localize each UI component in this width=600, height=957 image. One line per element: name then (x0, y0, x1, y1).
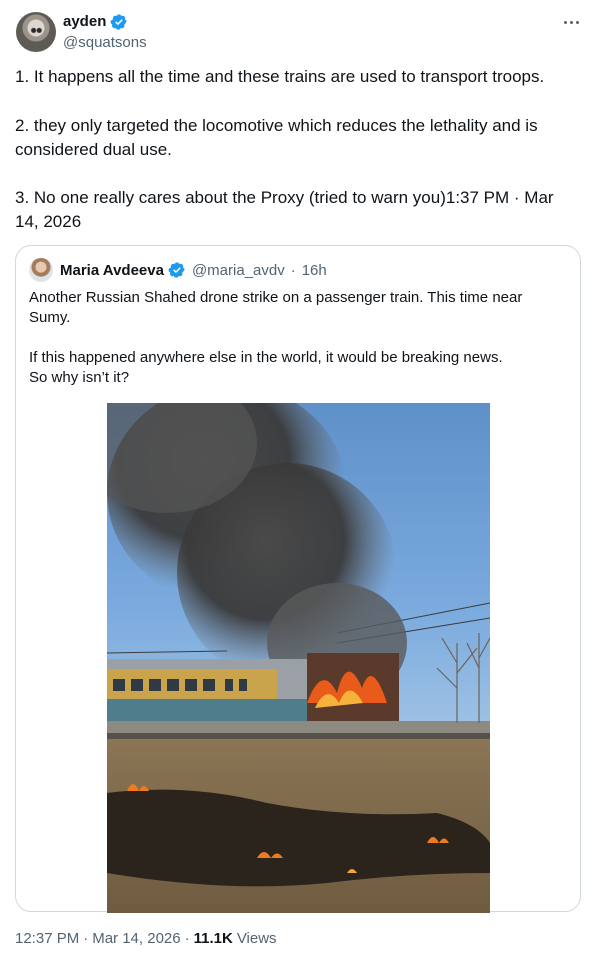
tweet-paragraph-2: 2. they only targeted the locomotive whi… (15, 116, 538, 159)
author-handle[interactable]: @squatsons (63, 33, 147, 53)
quoted-tweet-text: Another Russian Shahed drone strike on a… (29, 288, 565, 388)
quoted-paragraph-2-line-2: So why isn’t it? (29, 369, 130, 386)
tweet-time[interactable]: 12:37 PM (15, 929, 79, 949)
separator-dot: · (290, 261, 296, 279)
quoted-tweet-age: 16h (301, 261, 327, 279)
quoted-author-handle: @maria_avdv (191, 261, 285, 279)
author-display-name[interactable]: ayden (63, 12, 106, 32)
views-label[interactable]: Views (237, 929, 277, 949)
quoted-paragraph-2-line-1: If this happened anywhere else in the wo… (29, 349, 503, 366)
quoted-author-name: Maria Avdeeva (60, 261, 164, 279)
tweet-date[interactable]: Mar 14, 2026 (92, 929, 180, 949)
tweet-paragraph-3: 3. No one really cares about the Proxy (… (15, 188, 554, 231)
separator-dot: · (184, 930, 190, 947)
tweet: ayden @squatsons 1. It happens all the t… (0, 0, 600, 957)
tweet-paragraph-1: 1. It happens all the time and these tra… (15, 67, 545, 86)
separator-dot: · (83, 930, 89, 947)
author-name-row: ayden (63, 12, 128, 32)
verified-badge-icon (168, 262, 185, 278)
quoted-paragraph-1: Another Russian Shahed drone strike on a… (29, 289, 523, 326)
burning-train-photo[interactable] (107, 403, 490, 913)
author-avatar[interactable] (16, 12, 56, 52)
tweet-footer: 12:37 PM · Mar 14, 2026 · 11.1K Views (15, 929, 277, 949)
quoted-author-avatar (29, 258, 53, 282)
verified-badge-icon (110, 14, 128, 30)
views-count[interactable]: 11.1K (194, 929, 233, 949)
quoted-tweet-header: Maria Avdeeva @maria_avdv · 16h (29, 258, 327, 282)
quoted-tweet[interactable]: Maria Avdeeva @maria_avdv · 16h Another … (15, 245, 581, 913)
more-options-icon[interactable] (559, 12, 583, 32)
tweet-header: ayden @squatsons (15, 10, 585, 54)
